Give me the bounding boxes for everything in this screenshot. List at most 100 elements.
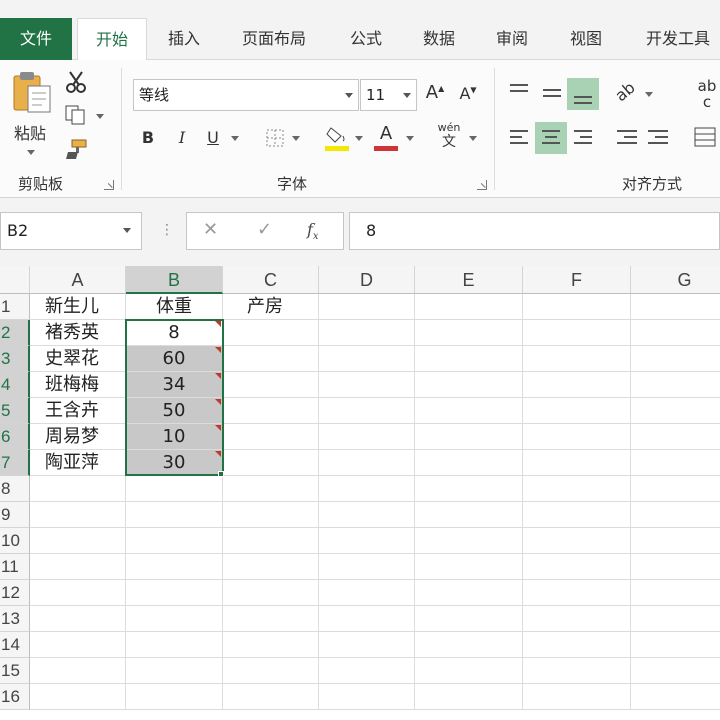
empty-cell[interactable] xyxy=(523,502,631,528)
empty-cell[interactable] xyxy=(223,528,319,554)
cell-c1[interactable]: 产房 xyxy=(223,294,319,320)
empty-cell[interactable] xyxy=(415,606,523,632)
copy-icon[interactable] xyxy=(64,104,88,126)
empty-cell[interactable] xyxy=(30,606,126,632)
row-header-4[interactable]: 4 xyxy=(0,372,30,398)
error-indicator-icon[interactable] xyxy=(215,373,221,379)
bold-button[interactable]: B xyxy=(138,128,158,147)
format-painter-icon[interactable] xyxy=(64,138,88,160)
empty-cell[interactable] xyxy=(30,502,126,528)
column-header-f[interactable]: F xyxy=(523,266,631,294)
phonetic-dropdown-icon[interactable] xyxy=(469,136,477,141)
name-box-dropdown-icon[interactable] xyxy=(123,228,131,233)
empty-cell[interactable] xyxy=(631,658,720,684)
cell-a5[interactable]: 王含卉 xyxy=(30,398,126,424)
empty-cell[interactable] xyxy=(523,450,631,476)
cell-a1[interactable]: 新生儿 xyxy=(30,294,126,320)
empty-cell[interactable] xyxy=(523,658,631,684)
paste-icon[interactable] xyxy=(10,70,56,113)
column-header-b[interactable]: B xyxy=(126,266,223,294)
empty-cell[interactable] xyxy=(30,554,126,580)
empty-cell[interactable] xyxy=(415,424,523,450)
empty-cell[interactable] xyxy=(319,606,415,632)
empty-cell[interactable] xyxy=(523,606,631,632)
empty-cell[interactable] xyxy=(30,528,126,554)
row-header-12[interactable]: 12 xyxy=(0,580,30,606)
empty-cell[interactable] xyxy=(523,294,631,320)
empty-cell[interactable] xyxy=(319,476,415,502)
empty-cell[interactable] xyxy=(319,424,415,450)
cancel-icon[interactable]: ✕ xyxy=(203,219,218,240)
empty-cell[interactable] xyxy=(523,554,631,580)
column-header-e[interactable]: E xyxy=(415,266,523,294)
empty-cell[interactable] xyxy=(631,294,720,320)
empty-cell[interactable] xyxy=(223,476,319,502)
empty-cell[interactable] xyxy=(631,632,720,658)
cell-b3[interactable]: 60 xyxy=(126,346,223,372)
tab-file[interactable]: 文件 xyxy=(0,18,72,60)
column-header-a[interactable]: A xyxy=(30,266,126,294)
empty-cell[interactable] xyxy=(223,372,319,398)
font-name-input[interactable]: 等线 xyxy=(133,79,359,111)
row-header-10[interactable]: 10 xyxy=(0,528,30,554)
empty-cell[interactable] xyxy=(126,554,223,580)
copy-dropdown-icon[interactable] xyxy=(96,114,104,119)
tab-home[interactable]: 开始 xyxy=(77,18,147,61)
empty-cell[interactable] xyxy=(631,372,720,398)
empty-cell[interactable] xyxy=(319,632,415,658)
formula-bar-grip-icon[interactable]: ⋮ xyxy=(160,222,174,238)
formula-input[interactable]: 8 xyxy=(349,212,720,250)
empty-cell[interactable] xyxy=(415,658,523,684)
row-header-7[interactable]: 7 xyxy=(0,450,30,476)
tab-review[interactable]: 审阅 xyxy=(486,18,538,60)
error-indicator-icon[interactable] xyxy=(215,321,221,327)
decrease-font-size-icon[interactable]: A▼ xyxy=(458,84,478,103)
empty-cell[interactable] xyxy=(30,476,126,502)
fill-handle[interactable] xyxy=(218,471,224,477)
empty-cell[interactable] xyxy=(523,632,631,658)
empty-cell[interactable] xyxy=(631,684,720,710)
row-header-1[interactable]: 1 xyxy=(0,294,30,320)
empty-cell[interactable] xyxy=(415,320,523,346)
cell-a4[interactable]: 班梅梅 xyxy=(30,372,126,398)
cell-b4[interactable]: 34 xyxy=(126,372,223,398)
orientation-icon[interactable]: ab xyxy=(610,77,639,106)
align-bottom-button[interactable] xyxy=(567,78,599,110)
empty-cell[interactable] xyxy=(631,424,720,450)
phonetic-guide-icon[interactable]: wén 文 xyxy=(434,122,464,151)
font-name-dropdown-icon[interactable] xyxy=(345,93,353,98)
empty-cell[interactable] xyxy=(415,684,523,710)
empty-cell[interactable] xyxy=(223,424,319,450)
error-indicator-icon[interactable] xyxy=(215,425,221,431)
empty-cell[interactable] xyxy=(415,476,523,502)
tab-view[interactable]: 视图 xyxy=(560,18,612,60)
empty-cell[interactable] xyxy=(126,502,223,528)
font-color-dropdown-icon[interactable] xyxy=(406,136,414,141)
empty-cell[interactable] xyxy=(415,632,523,658)
row-header-16[interactable]: 16 xyxy=(0,684,30,710)
empty-cell[interactable] xyxy=(319,658,415,684)
empty-cell[interactable] xyxy=(319,294,415,320)
tab-data[interactable]: 数据 xyxy=(413,18,465,60)
empty-cell[interactable] xyxy=(631,528,720,554)
empty-cell[interactable] xyxy=(631,606,720,632)
column-header-c[interactable]: C xyxy=(223,266,319,294)
row-header-2[interactable]: 2 xyxy=(0,320,30,346)
empty-cell[interactable] xyxy=(223,450,319,476)
empty-cell[interactable] xyxy=(223,606,319,632)
select-all-corner[interactable] xyxy=(0,266,30,294)
orientation-dropdown-icon[interactable] xyxy=(645,92,653,97)
empty-cell[interactable] xyxy=(223,346,319,372)
empty-cell[interactable] xyxy=(523,372,631,398)
cell-a3[interactable]: 史翠花 xyxy=(30,346,126,372)
empty-cell[interactable] xyxy=(631,502,720,528)
tab-developer[interactable]: 开发工具 xyxy=(636,18,720,60)
column-header-g[interactable]: G xyxy=(631,266,720,294)
border-icon[interactable] xyxy=(265,128,285,148)
insert-function-icon[interactable]: fx xyxy=(307,220,319,242)
error-indicator-icon[interactable] xyxy=(215,451,221,457)
empty-cell[interactable] xyxy=(523,580,631,606)
tab-insert[interactable]: 插入 xyxy=(158,18,210,60)
empty-cell[interactable] xyxy=(223,320,319,346)
font-launcher-icon[interactable] xyxy=(477,180,487,190)
